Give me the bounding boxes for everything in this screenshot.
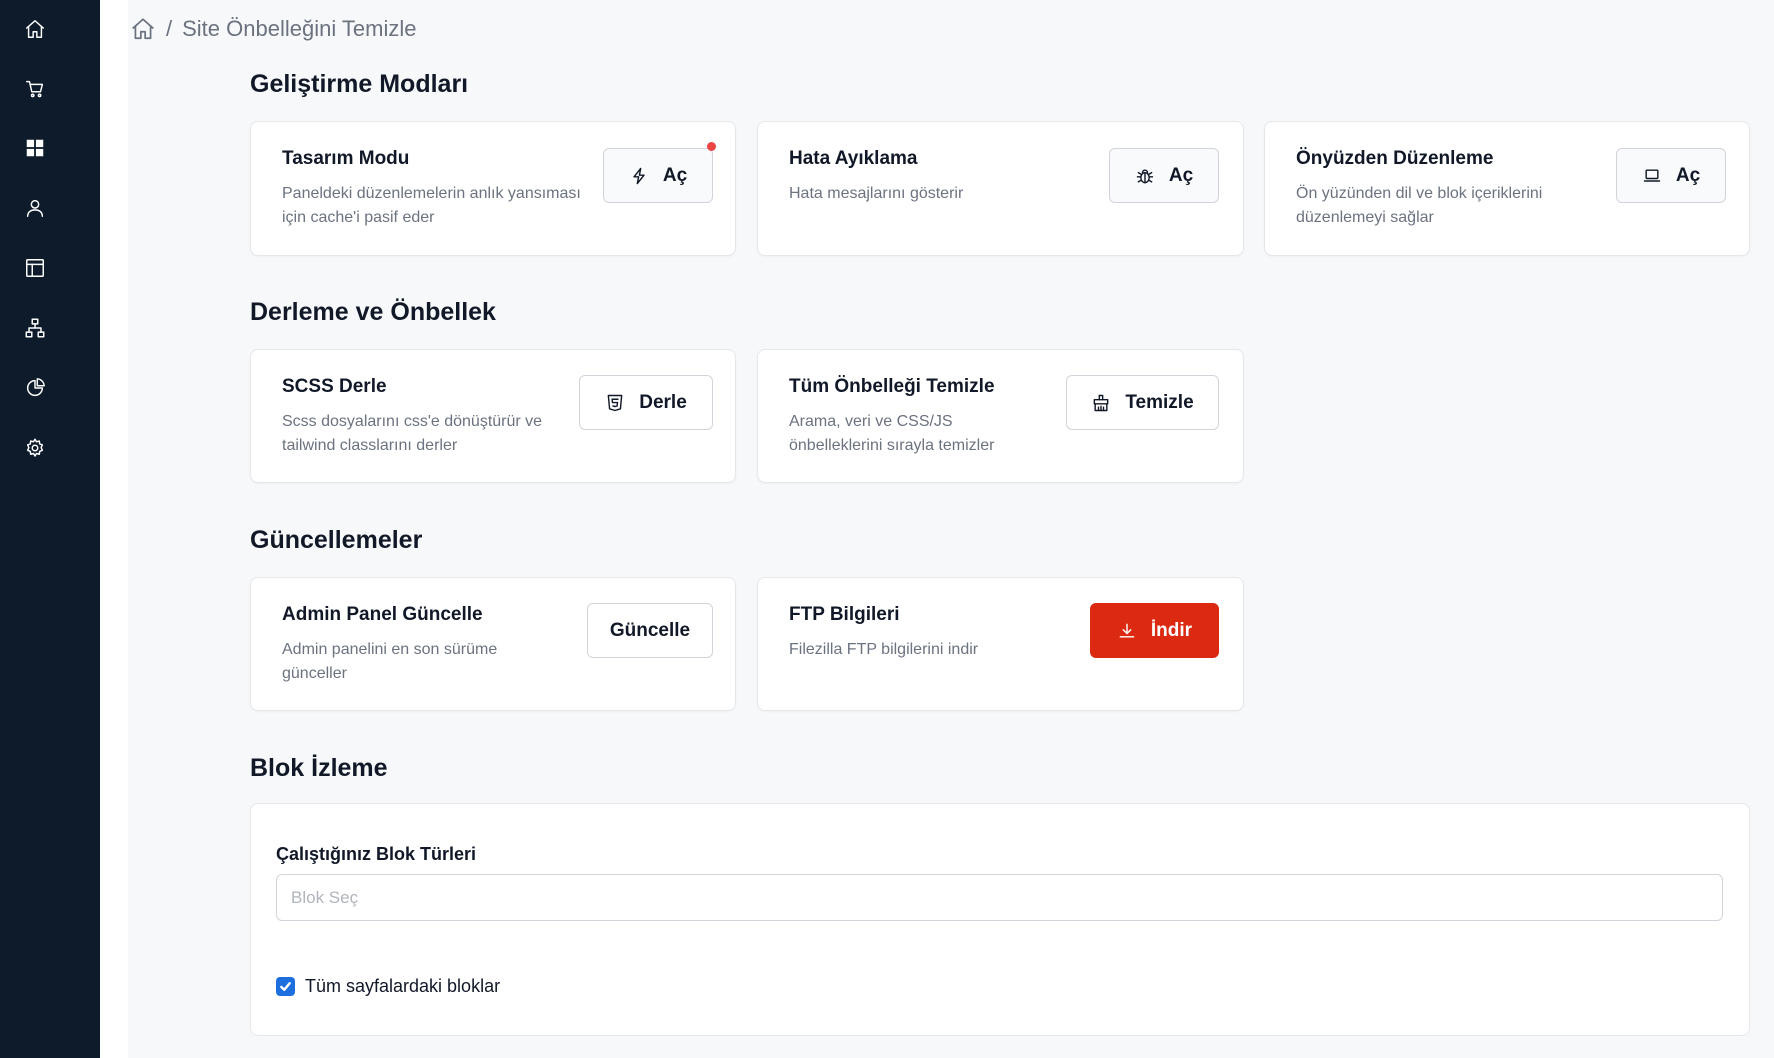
card-title: Önyüzden Düzenleme: [1296, 148, 1494, 169]
card-description-line: Filezilla FTP bilgilerini indir: [789, 641, 979, 658]
download-icon: [1119, 623, 1135, 638]
user-icon: [26, 199, 44, 217]
card-title: Tasarım Modu: [282, 148, 410, 169]
sidebar-item-layout[interactable]: [0, 246, 70, 290]
card-description-line: tailwind classlarını derler: [282, 437, 458, 454]
home-icon: [26, 20, 44, 38]
home-icon[interactable]: [130, 16, 156, 42]
sidebar-item-home[interactable]: [0, 7, 70, 51]
card-description: Hata mesajlarını gösterir: [789, 182, 963, 206]
html5-icon: [607, 394, 623, 411]
layout-icon: [26, 259, 44, 277]
button-label: Güncelle: [609, 619, 691, 641]
breadcrumb: / Site Önbelleğini Temizle: [130, 14, 417, 44]
check-icon: [280, 982, 291, 991]
ftp-download-button[interactable]: İndir: [1090, 603, 1219, 658]
sidebar-item-sitemap[interactable]: [0, 306, 70, 350]
card-ftp-info: FTP Bilgileri Filezilla FTP bilgilerini …: [757, 577, 1244, 711]
card-description: Scss dosyalarını css'e dönüştürür ve tai…: [282, 410, 542, 458]
card-title: Tüm Önbelleği Temizle: [789, 376, 995, 397]
sitemap-icon: [25, 318, 45, 338]
button-label: Aç: [662, 164, 688, 186]
broom-icon: [1093, 394, 1109, 411]
sidebar: [0, 0, 100, 1058]
card-description-line: Ön yüzünden dil ve blok içeriklerini: [1296, 185, 1543, 202]
card-clear-cache: Tüm Önbelleği Temizle Arama, veri ve CSS…: [757, 349, 1244, 483]
button-label: Temizle: [1125, 391, 1194, 413]
clear-cache-button[interactable]: Temizle: [1066, 375, 1219, 430]
lightning-icon: [633, 167, 645, 184]
card-description-line: için cache'i pasif eder: [282, 209, 435, 226]
card-description-line: Admin panelini en son sürüme: [282, 641, 498, 658]
scss-compile-button[interactable]: Derle: [579, 375, 713, 430]
admin-update-button[interactable]: Güncelle: [587, 603, 713, 658]
sidebar-item-users[interactable]: [0, 186, 70, 230]
breadcrumb-separator: /: [166, 16, 173, 41]
sidebar-item-cart[interactable]: [0, 67, 70, 111]
card-title: SCSS Derle: [282, 376, 387, 397]
card-description-line: Hata mesajlarını gösterir: [789, 185, 964, 202]
block-tracking-panel: Çalıştığınız Blok Türleri Tüm sayfalarda…: [250, 803, 1750, 1036]
checkbox-checked[interactable]: [276, 977, 295, 996]
block-select-input[interactable]: [276, 874, 1723, 921]
design-mode-open-button[interactable]: Aç: [603, 148, 713, 203]
breadcrumb-current: Site Önbelleğini Temizle: [182, 16, 417, 41]
card-description-line: günceller: [282, 665, 347, 682]
button-label: İndir: [1150, 619, 1193, 641]
checkbox-label: Tüm sayfalardaki bloklar: [305, 976, 501, 996]
card-description-line: düzenlemeyi sağlar: [1296, 209, 1434, 226]
card-title: Hata Ayıklama: [789, 148, 918, 169]
sidebar-item-dashboard[interactable]: [0, 126, 70, 170]
card-title: FTP Bilgileri: [789, 604, 900, 625]
card-title: Admin Panel Güncelle: [282, 604, 483, 625]
gear-icon: [26, 438, 44, 457]
card-scss-compile: SCSS Derle Scss dosyalarını css'e dönüşt…: [250, 349, 736, 483]
card-admin-update: Admin Panel Güncelle Admin panelini en s…: [250, 577, 736, 711]
content-gutter: [100, 0, 128, 1058]
all-pages-blocks-checkbox[interactable]: Tüm sayfalardaki bloklar: [276, 976, 500, 997]
sidebar-item-settings[interactable]: [0, 426, 70, 470]
button-label: Derle: [639, 391, 687, 413]
frontend-edit-open-button[interactable]: Aç: [1616, 148, 1726, 203]
sidebar-item-reports[interactable]: [0, 366, 70, 410]
card-description-line: Arama, veri ve CSS/JS: [789, 413, 953, 430]
card-description: Paneldeki düzenlemelerin anlık yansıması…: [282, 182, 581, 230]
bug-icon: [1136, 168, 1154, 183]
card-description: Admin panelini en son sürüme günceller: [282, 638, 497, 686]
button-label: Aç: [1168, 164, 1194, 186]
section-title-block-tracking: Blok İzleme: [250, 754, 388, 782]
section-title-build-cache: Derleme ve Önbellek: [250, 298, 496, 326]
card-description-line: önbelleklerini sırayla temizler: [789, 437, 995, 454]
section-title-updates: Güncellemeler: [250, 526, 423, 554]
card-design-mode: Tasarım Modu Paneldeki düzenlemelerin an…: [250, 121, 736, 256]
notification-dot: [707, 142, 716, 151]
cart-icon: [26, 80, 44, 98]
card-description: Ön yüzünden dil ve blok içeriklerini düz…: [1296, 182, 1542, 230]
card-description-line: Scss dosyalarını css'e dönüştürür ve: [282, 413, 543, 430]
card-frontend-edit: Önyüzden Düzenleme Ön yüzünden dil ve bl…: [1264, 121, 1750, 256]
section-title-dev-modes: Geliştirme Modları: [250, 70, 469, 98]
block-types-label: Çalıştığınız Blok Türleri: [276, 844, 477, 864]
card-debug: Hata Ayıklama Hata mesajlarını gösterir …: [757, 121, 1244, 256]
pie-chart-icon: [26, 378, 45, 397]
laptop-icon: [1643, 168, 1661, 182]
grid-icon: [26, 139, 44, 157]
card-description: Filezilla FTP bilgilerini indir: [789, 638, 978, 662]
card-description-line: Paneldeki düzenlemelerin anlık yansıması: [282, 185, 581, 202]
card-description: Arama, veri ve CSS/JS önbelleklerini sır…: [789, 410, 994, 458]
button-label: Aç: [1675, 164, 1701, 186]
debug-open-button[interactable]: Aç: [1109, 148, 1219, 203]
